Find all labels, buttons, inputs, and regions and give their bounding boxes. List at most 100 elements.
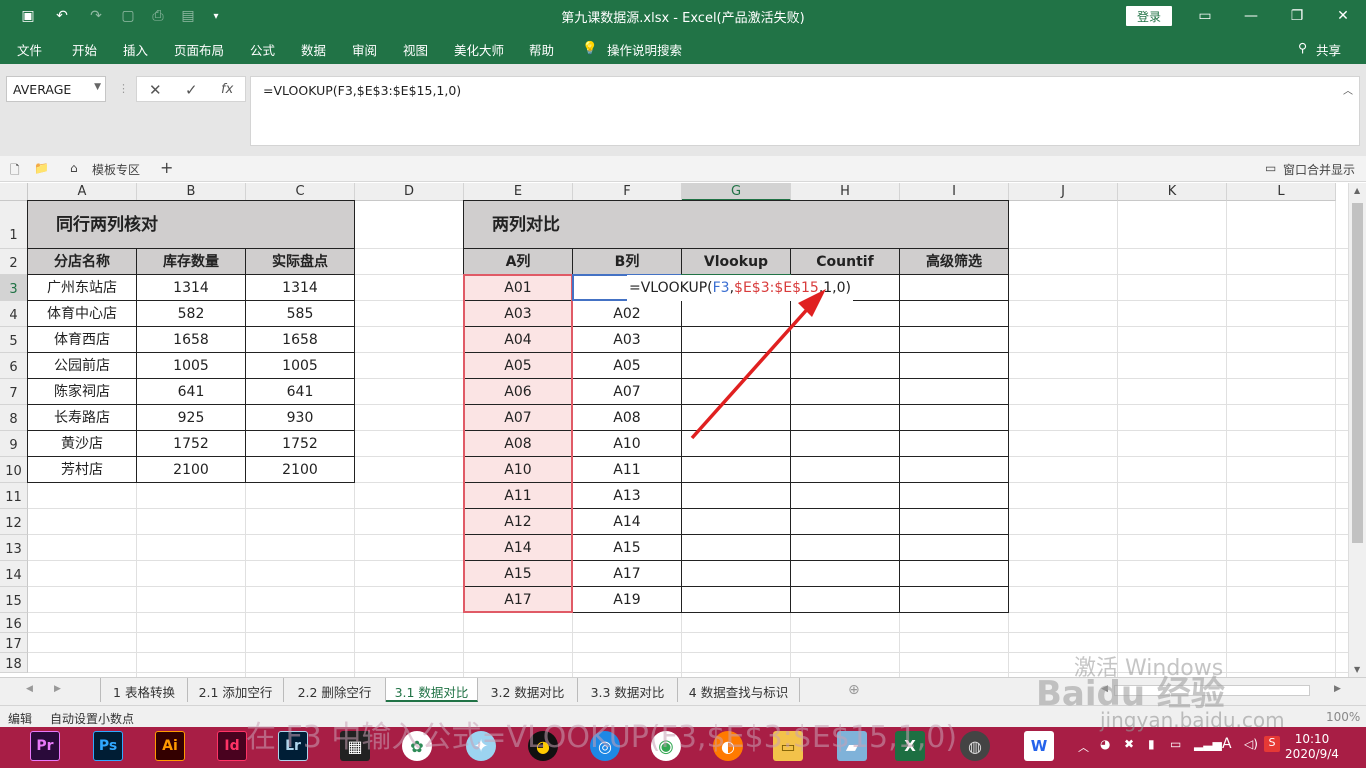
table2-empty-cell[interactable] <box>791 301 900 327</box>
table2-header[interactable]: Vlookup <box>682 249 791 275</box>
home-icon[interactable]: ⌂ <box>70 161 78 175</box>
table1-cell[interactable]: 925 <box>137 405 246 431</box>
table2-header[interactable]: 高级筛选 <box>900 249 1009 275</box>
table1-cell[interactable]: 641 <box>137 379 246 405</box>
row-header-17[interactable]: 17 <box>0 633 28 653</box>
sheet-tab[interactable]: 1 表格转换 <box>100 678 188 702</box>
tab-home[interactable]: 开始 <box>72 40 97 59</box>
chat-bird-icon[interactable]: ✦ <box>466 731 496 761</box>
prev-sheet-icon[interactable]: ◀ <box>26 684 33 694</box>
collapse-formula-icon[interactable]: ︿ <box>1343 82 1353 97</box>
media-player-icon[interactable]: ◍ <box>960 731 990 761</box>
premiere-icon[interactable]: Pr <box>30 731 60 761</box>
table2-empty-cell[interactable] <box>900 509 1009 535</box>
scroll-up-icon[interactable]: ▲ <box>1354 186 1360 195</box>
tab-data[interactable]: 数据 <box>301 40 326 59</box>
enter-check-icon[interactable]: ✓ <box>185 81 198 99</box>
tab-beautify[interactable]: 美化大师 <box>454 40 504 59</box>
excel-icon[interactable]: X <box>895 731 925 761</box>
add-sheet-icon[interactable]: ⊕ <box>848 682 860 698</box>
table2-col-b-cell[interactable]: A05 <box>573 353 682 379</box>
table1-cell[interactable]: 1005 <box>137 353 246 379</box>
clock[interactable]: 10:10 2020/9/4 <box>1282 732 1342 762</box>
table2-empty-cell[interactable] <box>900 561 1009 587</box>
table1-cell[interactable]: 641 <box>246 379 355 405</box>
table2-empty-cell[interactable] <box>791 587 900 613</box>
tab-formulas[interactable]: 公式 <box>250 40 275 59</box>
column-header-g[interactable]: G <box>682 183 791 201</box>
table2-col-a-cell[interactable]: A11 <box>464 483 573 509</box>
table2-col-a-cell[interactable]: A01 <box>464 275 573 301</box>
table2-empty-cell[interactable] <box>791 509 900 535</box>
hscroll-left-icon[interactable]: ◀ <box>1101 684 1108 694</box>
table1-cell[interactable]: 1752 <box>246 431 355 457</box>
wps-icon[interactable]: W <box>1024 731 1054 761</box>
table1-cell[interactable]: 2100 <box>137 457 246 483</box>
column-header-j[interactable]: J <box>1009 183 1118 201</box>
media-icon[interactable]: ✿ <box>402 731 432 761</box>
table1-cell[interactable]: 585 <box>246 301 355 327</box>
row-header-9[interactable]: 9 <box>0 431 28 457</box>
battery-icon[interactable]: ▮ <box>1148 737 1155 751</box>
table2-title[interactable]: 两列对比 <box>464 201 1009 249</box>
table1-header[interactable]: 库存数量 <box>137 249 246 275</box>
table2-col-b-cell[interactable]: A07 <box>573 379 682 405</box>
spreadsheet-grid[interactable]: ABCDEFGHIJKL 1 2 3 4 5 6 7 8 9 10 11 12 13 14 15 16 17 18… <box>0 183 1366 677</box>
tray-qq-icon[interactable]: ◕ <box>1100 737 1110 751</box>
row-header-6[interactable]: 6 <box>0 353 28 379</box>
table2-col-b-cell[interactable]: A14 <box>573 509 682 535</box>
next-sheet-icon[interactable]: ▶ <box>54 684 61 694</box>
browser-icon[interactable]: ◎ <box>590 731 620 761</box>
table2-empty-cell[interactable] <box>900 457 1009 483</box>
notes-icon[interactable]: ▰ <box>837 731 867 761</box>
table2-empty-cell[interactable] <box>791 561 900 587</box>
scroll-thumb[interactable] <box>1352 203 1363 543</box>
table2-empty-cell[interactable] <box>682 587 791 613</box>
row-header-5[interactable]: 5 <box>0 327 28 353</box>
table1-cell[interactable]: 体育西店 <box>28 327 137 353</box>
sheet-tab[interactable]: 3.2 数据对比 <box>478 678 578 702</box>
table1-cell[interactable]: 582 <box>137 301 246 327</box>
table2-empty-cell[interactable] <box>682 353 791 379</box>
tab-file[interactable]: 文件 <box>17 40 42 59</box>
table2-col-a-cell[interactable]: A10 <box>464 457 573 483</box>
row-header-10[interactable]: 10 <box>0 457 28 483</box>
table2-empty-cell[interactable] <box>791 535 900 561</box>
table2-col-b-cell[interactable]: A03 <box>573 327 682 353</box>
table2-empty-cell[interactable] <box>682 483 791 509</box>
photoshop-icon[interactable]: Ps <box>93 731 123 761</box>
sheet-tab[interactable]: 3.1 数据对比 <box>386 678 478 702</box>
table2-col-b-cell[interactable]: A13 <box>573 483 682 509</box>
table1-cell[interactable]: 广州东站店 <box>28 275 137 301</box>
column-header-a[interactable]: A <box>28 183 137 201</box>
illustrator-icon[interactable]: Ai <box>155 731 185 761</box>
table2-empty-cell[interactable] <box>791 483 900 509</box>
table1-cell[interactable]: 1658 <box>137 327 246 353</box>
table2-empty-cell[interactable] <box>900 405 1009 431</box>
row-header-18[interactable]: 18 <box>0 653 28 673</box>
table1-cell[interactable]: 1314 <box>246 275 355 301</box>
table1-cell[interactable]: 1752 <box>137 431 246 457</box>
table2-empty-cell[interactable] <box>791 379 900 405</box>
row-header-11[interactable]: 11 <box>0 483 28 509</box>
vertical-scrollbar[interactable]: ▲ ▼ <box>1348 183 1366 677</box>
table1-cell[interactable]: 1314 <box>137 275 246 301</box>
row-header-2[interactable]: 2 <box>0 249 28 275</box>
chevron-down-icon[interactable]: ▼ <box>94 82 101 92</box>
table2-empty-cell[interactable] <box>682 561 791 587</box>
template-zone-tab[interactable]: 模板专区 <box>92 161 140 178</box>
name-box[interactable]: AVERAGE ▼ <box>6 76 106 102</box>
table1-cell[interactable]: 1658 <box>246 327 355 353</box>
table2-empty-cell[interactable] <box>900 353 1009 379</box>
chrome-icon[interactable]: ◉ <box>651 731 681 761</box>
tab-review[interactable]: 审阅 <box>352 40 377 59</box>
select-all-corner[interactable] <box>0 183 28 201</box>
insert-function-icon[interactable]: fx <box>221 82 233 97</box>
lightroom-icon[interactable]: Lr <box>278 731 308 761</box>
table2-empty-cell[interactable] <box>682 509 791 535</box>
table1-cell[interactable]: 长寿路店 <box>28 405 137 431</box>
sheet-tab[interactable]: 4 数据查找与标识 <box>678 678 800 702</box>
formula-input[interactable]: =VLOOKUP(F3,$E$3:$E$15,1,0) ︿ <box>250 76 1360 146</box>
restore-icon[interactable]: ❐ <box>1282 4 1312 28</box>
zoom-level[interactable]: 100% <box>1326 710 1360 724</box>
